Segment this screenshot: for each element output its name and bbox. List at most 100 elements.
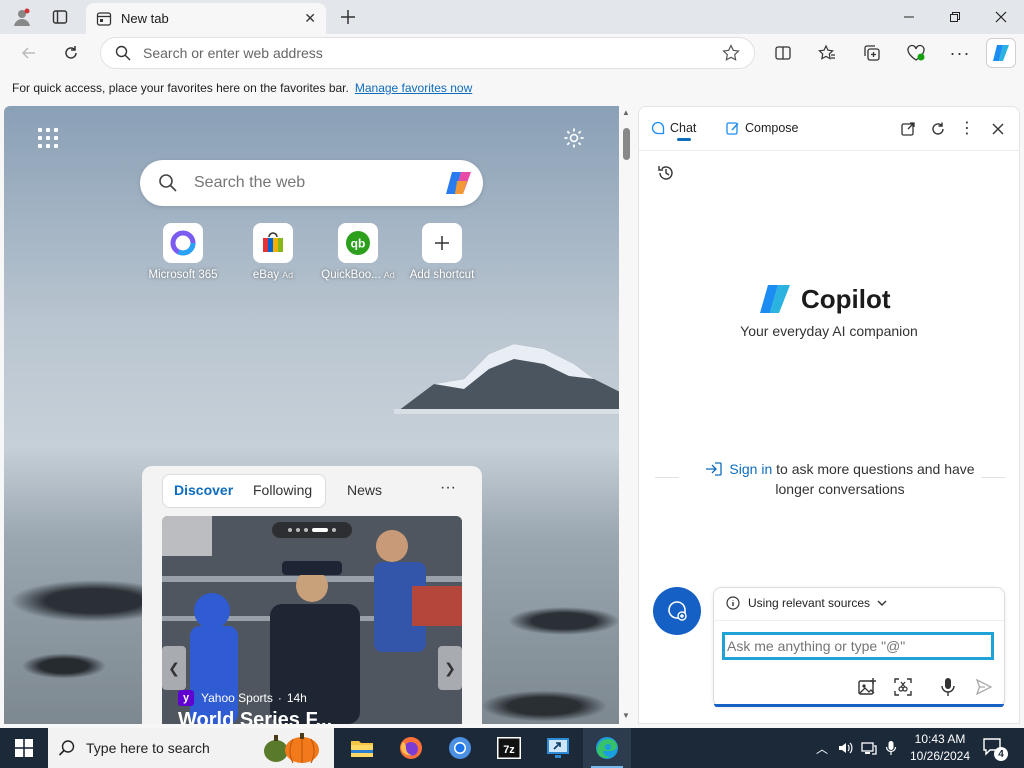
scrollbar-thumb[interactable] — [623, 128, 630, 160]
page-scrollbar[interactable]: ▲ ▼ — [619, 106, 635, 724]
tab-new-tab[interactable]: New tab ✕ — [86, 3, 326, 34]
profile-button[interactable] — [4, 0, 40, 34]
carousel-next-button[interactable]: ❯ — [438, 646, 462, 690]
sign-in-link[interactable]: Sign in — [729, 461, 772, 477]
copilot-more-button[interactable]: ⋮ — [957, 119, 977, 139]
firefox-taskbar-button[interactable] — [387, 728, 435, 768]
copilot-tab-chat[interactable]: Chat — [651, 121, 696, 135]
copilot-header: Chat Compose ⋮ — [639, 107, 1019, 151]
feed-card-headline[interactable]: World Series F... — [178, 709, 332, 724]
chat-history-button[interactable] — [657, 164, 675, 185]
add-image-button[interactable] — [856, 676, 878, 698]
manage-favorites-link[interactable]: Manage favorites now — [355, 81, 472, 95]
feed-card[interactable]: ❮ ❯ y Yahoo Sports · 14h World Series F.… — [162, 516, 462, 724]
feed-tab-following[interactable]: Following — [253, 482, 312, 498]
restore-button[interactable] — [932, 0, 978, 34]
refresh-button[interactable] — [56, 38, 86, 68]
copilot-brand-name: Copilot — [801, 283, 891, 314]
add-favorite-button[interactable] — [716, 38, 746, 68]
open-in-new-tab-button[interactable] — [898, 119, 918, 139]
apps-launcher-icon[interactable] — [38, 128, 58, 148]
show-hidden-icons-icon[interactable]: ︿ — [816, 740, 828, 757]
sources-selector[interactable]: Using relevant sources — [726, 596, 888, 610]
notification-center-button[interactable]: 4 — [982, 736, 1008, 761]
screenshot-button[interactable] — [892, 676, 914, 698]
feed-dot-separator: · — [277, 691, 282, 705]
copilot-refresh-button[interactable] — [928, 119, 948, 139]
favorites-icon — [818, 44, 835, 60]
remote-desktop-icon — [547, 738, 569, 758]
feed-tab-discover[interactable]: Discover — [174, 482, 233, 498]
windows-logo-icon — [15, 739, 33, 757]
address-bar[interactable]: Search or enter web address — [100, 37, 755, 69]
close-tab-icon[interactable]: ✕ — [304, 10, 316, 27]
settings-and-more-button[interactable]: ··· — [945, 38, 975, 68]
split-screen-button[interactable] — [768, 38, 798, 68]
shortcut-ebay[interactable]: eBay Ad — [227, 223, 319, 281]
carousel-prev-button[interactable]: ❮ — [162, 646, 186, 690]
copilot-button[interactable] — [986, 38, 1016, 68]
close-window-button[interactable] — [978, 0, 1024, 34]
compose-icon — [726, 122, 739, 135]
file-explorer-taskbar-button[interactable] — [338, 728, 386, 768]
7zip-icon: 7z — [497, 737, 521, 759]
speaker-icon[interactable] — [837, 740, 853, 756]
more-icon: ··· — [949, 42, 971, 63]
copilot-icon — [993, 45, 1009, 61]
minimize-button[interactable] — [886, 0, 932, 34]
page-settings-button[interactable] — [563, 127, 585, 152]
pager-dot — [332, 528, 336, 532]
active-tab-indicator — [677, 138, 691, 141]
info-icon — [726, 596, 740, 610]
svg-text:qb: qb — [351, 237, 366, 251]
heart-pulse-icon — [907, 44, 925, 61]
system-clock[interactable]: 10:43 AM 10/26/2024 — [900, 731, 980, 765]
copilot-chat-input[interactable] — [722, 632, 994, 660]
microphone-tray-icon[interactable] — [885, 740, 897, 756]
copilot-tab-compose[interactable]: Compose — [726, 121, 799, 135]
new-tab-button[interactable] — [330, 0, 366, 34]
open-external-icon — [901, 122, 915, 136]
ebay-bag-icon — [263, 232, 283, 252]
shortcut-quickbooks[interactable]: qb QuickBoo... Ad — [312, 223, 404, 281]
new-chat-icon — [668, 601, 687, 621]
send-button[interactable] — [973, 676, 995, 698]
folder-icon — [351, 741, 373, 757]
new-topic-button[interactable] — [653, 587, 701, 635]
edge-icon — [596, 737, 618, 759]
close-copilot-button[interactable] — [988, 119, 1008, 139]
back-button[interactable] — [14, 38, 44, 68]
7zip-taskbar-button[interactable]: 7z — [485, 728, 533, 768]
background-mountain — [394, 344, 619, 414]
network-icon[interactable] — [861, 740, 877, 756]
signin-rest-text: to ask more questions and have longer co… — [772, 461, 975, 497]
scroll-down-arrow-icon[interactable]: ▼ — [622, 711, 630, 720]
add-shortcut-button[interactable]: Add shortcut — [396, 223, 488, 281]
svg-text:7z: 7z — [503, 744, 515, 756]
shortcut-label-text: QuickBoo... — [321, 269, 381, 281]
web-search-box[interactable]: Search the web — [140, 160, 483, 206]
edge-taskbar-button[interactable] — [583, 728, 631, 768]
shortcut-label: eBay Ad — [227, 269, 319, 281]
refresh-icon — [932, 122, 944, 135]
start-button[interactable] — [0, 728, 48, 768]
shortcut-tile — [253, 223, 293, 263]
browser-essentials-button[interactable] — [901, 38, 931, 68]
browser-taskbar-button[interactable] — [436, 728, 484, 768]
feed-more-icon[interactable]: ··· — [440, 479, 456, 497]
shortcut-microsoft-365[interactable]: Microsoft 365 — [137, 223, 229, 281]
refresh-icon — [65, 46, 77, 59]
yahoo-sports-logo-icon: y — [178, 690, 194, 706]
scroll-up-arrow-icon[interactable]: ▲ — [622, 108, 630, 117]
microsoft-365-icon — [170, 230, 196, 256]
voice-input-button[interactable] — [937, 676, 959, 698]
web-search-placeholder: Search the web — [194, 174, 306, 191]
tab-actions-button[interactable] — [42, 0, 78, 34]
taskbar-search-box[interactable]: Type here to search — [48, 728, 334, 768]
collections-button[interactable] — [857, 38, 887, 68]
copilot-search-icon[interactable] — [443, 167, 475, 199]
feed-tab-news[interactable]: News — [347, 482, 382, 498]
remote-desktop-taskbar-button[interactable] — [534, 728, 582, 768]
pumpkin-highlight-icon — [264, 733, 319, 764]
favorites-button[interactable] — [812, 38, 842, 68]
